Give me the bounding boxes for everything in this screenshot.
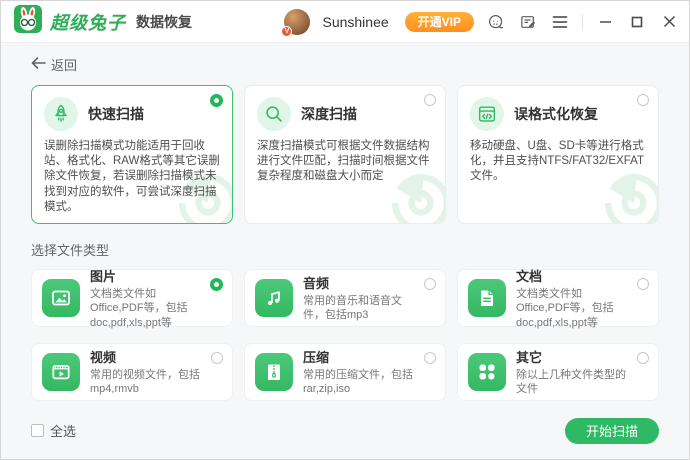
type-card-desc: 常用的视频文件，包括mp4,rmvb: [90, 369, 200, 396]
radio-deep-scan[interactable]: [424, 94, 436, 106]
type-card-title: 其它: [516, 350, 543, 366]
video-icon: [42, 352, 80, 391]
file-type-group: 图片 文档类文件如Office,PDF等，包括doc,pdf,xls,ppt等 …: [31, 268, 659, 401]
titlebar: 超级兔子 数据恢复 V Sunshinee 开通VIP: [1, 1, 689, 43]
type-card-document[interactable]: 文档 文档类文件如Office,PDF等，包括doc,pdf,xls,ppt等: [457, 268, 659, 329]
type-card-desc: 常用的压缩文件，包括rar,zip,iso: [303, 369, 413, 396]
music-icon: [255, 278, 293, 317]
app-window: 超级兔子 数据恢复 V Sunshinee 开通VIP 返回 快速扫描 误删除扫…: [0, 0, 690, 460]
magnifier-icon: [257, 97, 291, 131]
scan-card-quick[interactable]: 快速扫描 误删除扫描模式功能适用于回收站、格式化、RAW格式等其它误删除文件恢复…: [31, 85, 233, 224]
radio-type-audio[interactable]: [424, 277, 436, 290]
minimize-icon[interactable]: [595, 12, 615, 32]
other-icon: [468, 352, 506, 391]
back-label: 返回: [51, 58, 78, 73]
radio-type-archive[interactable]: [424, 351, 436, 364]
image-icon: [42, 278, 80, 317]
select-all-label: 全选: [50, 424, 77, 440]
scan-card-title: 深度扫描: [301, 106, 357, 122]
scan-card-deep[interactable]: 深度扫描 深度扫描模式可根据文件数据结构进行文件匹配，扫描时间根据文件复杂程度和…: [244, 85, 446, 224]
type-card-desc: 文档类文件如Office,PDF等，包括doc,pdf,xls,ppt等: [516, 287, 614, 329]
start-scan-button[interactable]: 开始扫描: [564, 417, 659, 444]
radio-format-recovery[interactable]: [637, 94, 649, 106]
scan-mode-group: 快速扫描 误删除扫描模式功能适用于回收站、格式化、RAW格式等其它误删除文件恢复…: [31, 85, 659, 224]
vip-badge: V: [281, 25, 293, 37]
scan-card-desc: 误删除扫描模式功能适用于回收站、格式化、RAW格式等其它误删除文件恢复，若误删除…: [44, 140, 220, 213]
radio-type-other[interactable]: [637, 351, 649, 364]
radio-type-video[interactable]: [211, 351, 223, 364]
select-all-checkbox[interactable]: [31, 424, 44, 438]
open-vip-button[interactable]: 开通VIP: [404, 11, 474, 32]
close-icon[interactable]: [659, 12, 679, 32]
type-card-audio[interactable]: 音频 常用的音乐和语音文件，包括mp3: [244, 268, 446, 327]
format-disk-icon: [470, 97, 504, 131]
type-card-title: 视频: [90, 350, 117, 366]
back-button[interactable]: 返回: [31, 55, 77, 74]
scan-card-title: 误格式化恢复: [514, 106, 598, 122]
file-type-section-title: 选择文件类型: [31, 242, 110, 258]
radio-type-image[interactable]: [210, 277, 223, 291]
type-card-video[interactable]: 视频 常用的视频文件，包括mp4,rmvb: [31, 342, 233, 401]
scan-card-format-recovery[interactable]: 误格式化恢复 移动硬盘、U盘、SD卡等进行格式化，并且支持NTFS/FAT32/…: [457, 85, 659, 224]
document-icon: [468, 278, 506, 317]
arrow-left-icon: [31, 57, 46, 72]
type-card-archive[interactable]: 压缩 常用的压缩文件，包括rar,zip,iso: [244, 342, 446, 401]
app-logo: 超级兔子 数据恢复: [14, 5, 192, 38]
type-card-title: 文档: [516, 268, 543, 284]
select-all[interactable]: 全选: [31, 421, 76, 440]
type-card-desc: 文档类文件如Office,PDF等，包括doc,pdf,xls,ppt等: [90, 287, 188, 329]
radio-type-document[interactable]: [637, 277, 649, 290]
maximize-icon[interactable]: [627, 12, 647, 32]
type-card-desc: 常用的音乐和语音文件，包括mp3: [303, 295, 402, 322]
scan-card-desc: 深度扫描模式可根据文件数据结构进行文件匹配，扫描时间根据文件复杂程度和磁盘大小而…: [257, 140, 430, 183]
type-card-title: 图片: [90, 268, 117, 284]
support-headset-icon[interactable]: [486, 12, 506, 32]
radio-quick-scan[interactable]: [210, 94, 223, 107]
scan-card-title: 快速扫描: [88, 106, 144, 122]
zip-icon: [255, 352, 293, 391]
rabbit-logo-icon: [14, 5, 42, 38]
type-card-image[interactable]: 图片 文档类文件如Office,PDF等，包括doc,pdf,xls,ppt等: [31, 268, 233, 329]
type-card-desc: 除以上几种文件类型的文件: [516, 369, 626, 396]
main-content: 返回 快速扫描 误删除扫描模式功能适用于回收站、格式化、RAW格式等其它误删除文…: [1, 43, 689, 459]
type-card-other[interactable]: 其它 除以上几种文件类型的文件: [457, 342, 659, 401]
username: Sunshinee: [322, 13, 389, 30]
rocket-icon: [44, 97, 78, 131]
menu-icon[interactable]: [550, 12, 570, 32]
footer: 全选 开始扫描: [31, 417, 659, 444]
scan-card-desc: 移动硬盘、U盘、SD卡等进行格式化，并且支持NTFS/FAT32/EXFAT文件…: [470, 140, 645, 183]
app-subtitle: 数据恢复: [136, 13, 192, 30]
avatar[interactable]: V: [281, 8, 311, 37]
titlebar-separator: [582, 13, 583, 30]
feedback-icon[interactable]: [518, 12, 538, 32]
type-card-title: 压缩: [303, 350, 330, 366]
app-name: 超级兔子: [50, 12, 126, 33]
type-card-title: 音频: [303, 276, 330, 292]
